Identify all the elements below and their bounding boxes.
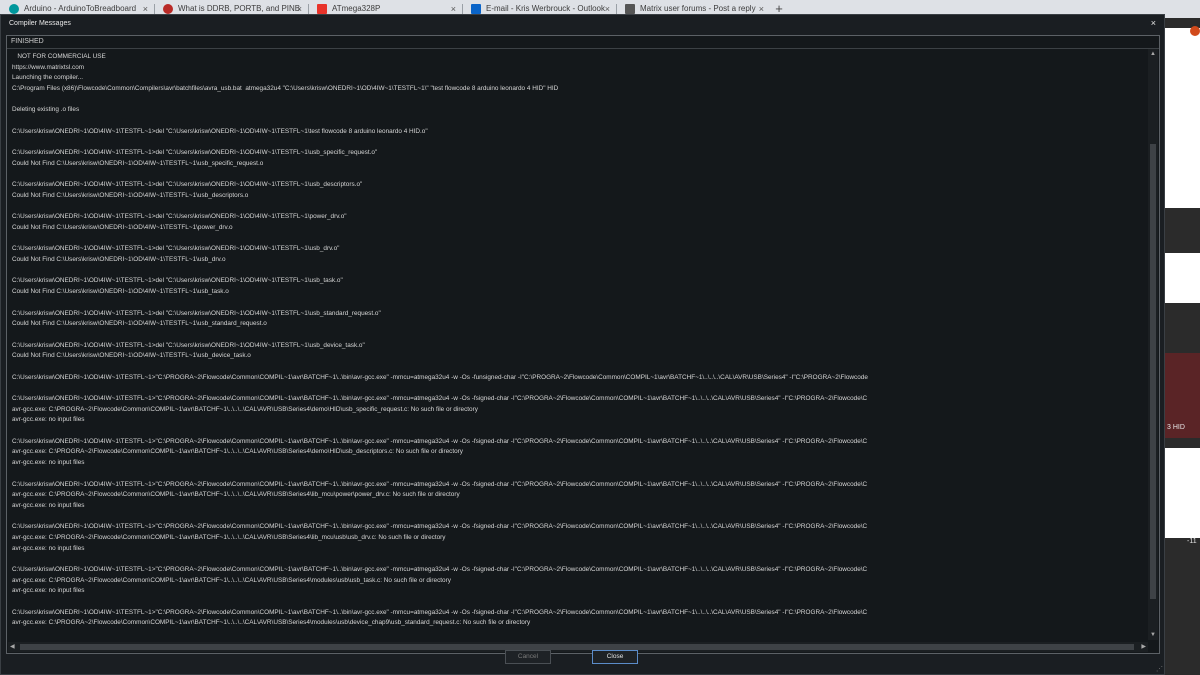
log-line: C:\Users\krisw\ONEDRI~1\OD\4IW~1\TESTFL~… <box>12 373 868 381</box>
log-line: avr-gcc.exe: C:\PROGRA~2\Flowcode\Common… <box>12 491 460 499</box>
log-line: C:\Users\krisw\ONEDRI~1\OD\4IW~1\TESTFL~… <box>12 608 868 616</box>
outlook-icon <box>471 4 481 14</box>
log-line: avr-gcc.exe: C:\PROGRA~2\Flowcode\Common… <box>12 576 451 584</box>
screen: Arduino - ArduinoToBreadboard × What is … <box>0 0 1200 675</box>
vertical-scrollbar[interactable]: ▲ ▼ <box>1148 49 1158 640</box>
log-line: Could Not Find C:\Users\krisw\ONEDRI~1\O… <box>12 288 229 296</box>
log-line: C:\Users\krisw\ONEDRI~1\OD\4IW~1\TESTFL~… <box>12 523 868 531</box>
browser-tab-label: Arduino - ArduinoToBreadboard <box>24 4 137 13</box>
log-line: Could Not Find C:\Users\krisw\ONEDRI~1\O… <box>12 224 233 231</box>
log-line: C:\Users\krisw\ONEDRI~1\OD\4IW~1\TESTFL~… <box>12 245 340 253</box>
log-line: C:\Users\krisw\ONEDRI~1\OD\4IW~1\TESTFL~… <box>12 309 381 317</box>
horizontal-scrollbar[interactable]: ◀ ▶ <box>8 642 1148 652</box>
log-line: Launching the compiler... <box>12 74 84 82</box>
log-line: Could Not Find C:\Users\krisw\ONEDRI~1\O… <box>12 256 226 264</box>
log-line: C:\Users\krisw\ONEDRI~1\OD\4IW~1\TESTFL~… <box>12 277 343 285</box>
dialog-title: Compiler Messages <box>9 20 71 27</box>
background-app-area <box>1165 448 1200 538</box>
log-line: avr-gcc.exe: no input files <box>12 416 85 424</box>
log-line: https://www.matrixtsl.com <box>12 63 85 71</box>
log-line: C:\Users\krisw\ONEDRI~1\OD\4IW~1\TESTFL~… <box>12 341 365 349</box>
log-line: C:\Users\krisw\ONEDRI~1\OD\4IW~1\TESTFL~… <box>12 213 347 221</box>
compiler-messages-dialog: Compiler Messages × FINISHED NOT FOR COM… <box>0 14 1165 675</box>
log-line: Could Not Find C:\Users\krisw\ONEDRI~1\O… <box>12 191 249 199</box>
divider <box>7 48 1159 49</box>
log-line: C:\Program Files (x86)\Flowcode\Common\C… <box>12 85 559 93</box>
browser-tab-label: E-mail - Kris Werbrouck - Outlook <box>486 4 605 13</box>
resize-grip-icon[interactable]: ⋰ <box>1156 665 1163 673</box>
scrollbar-thumb[interactable] <box>20 644 1134 650</box>
log-line: avr-gcc.exe: no input files <box>12 501 85 509</box>
log-line: C:\Users\krisw\ONEDRI~1\OD\4IW~1\TESTFL~… <box>12 127 428 135</box>
quora-icon <box>163 4 173 14</box>
log-line: C:\Users\krisw\ONEDRI~1\OD\4IW~1\TESTFL~… <box>12 149 378 157</box>
log-line: Could Not Find C:\Users\krisw\ONEDRI~1\O… <box>12 159 264 167</box>
background-app-text: 3 HID <box>1167 424 1185 431</box>
log-line: NOT FOR COMMERCIAL USE <box>12 53 106 60</box>
log-line: C:\Users\krisw\ONEDRI~1\OD\4IW~1\TESTFL~… <box>12 566 868 573</box>
scrollbar-thumb[interactable] <box>1150 144 1156 599</box>
log-line: avr-gcc.exe: C:\PROGRA~2\Flowcode\Common… <box>12 405 478 413</box>
arduino-icon <box>9 4 19 14</box>
log-line: C:\Users\krisw\ONEDRI~1\OD\4IW~1\TESTFL~… <box>12 395 868 402</box>
log-line: Deleting existing .o files <box>12 106 80 114</box>
background-app-panel: 3 HID -11 <box>1165 18 1200 675</box>
messages-panel: FINISHED NOT FOR COMMERCIAL USE https://w… <box>6 35 1160 654</box>
log-line: Could Not Find C:\Users\krisw\ONEDRI~1\O… <box>12 320 267 328</box>
status-label: FINISHED <box>11 38 44 45</box>
browser-tab-label: What is DDRB, PORTB, and PINB <box>178 4 301 13</box>
log-line: C:\Users\krisw\ONEDRI~1\OD\4IW~1\TESTFL~… <box>12 480 868 488</box>
log-line: avr-gcc.exe: no input files <box>12 544 85 552</box>
browser-tab-label: Matrix user forums - Post a reply <box>640 4 756 13</box>
background-app-text: -11 <box>1187 538 1197 545</box>
scroll-right-icon[interactable]: ▶ <box>1141 643 1146 650</box>
log-line: C:\Users\krisw\ONEDRI~1\OD\4IW~1\TESTFL~… <box>12 437 868 445</box>
log-line: avr-gcc.exe: C:\PROGRA~2\Flowcode\Common… <box>12 533 446 541</box>
log-line: Could Not Find C:\Users\krisw\ONEDRI~1\O… <box>12 352 251 360</box>
log-line: avr-gcc.exe: no input files <box>12 587 85 595</box>
scroll-up-icon[interactable]: ▲ <box>1150 51 1156 57</box>
close-icon[interactable]: × <box>1151 18 1156 28</box>
close-button[interactable]: Close <box>592 650 638 664</box>
log-line: avr-gcc.exe: no input files <box>12 459 85 467</box>
browser-tab-label: ATmega328P <box>332 4 381 13</box>
log-line: avr-gcc.exe: C:\PROGRA~2\Flowcode\Common… <box>12 619 531 627</box>
log-line: C:\Users\krisw\ONEDRI~1\OD\4IW~1\TESTFL~… <box>12 181 363 189</box>
avatar[interactable] <box>1190 26 1200 36</box>
scroll-down-icon[interactable]: ▼ <box>1150 632 1156 638</box>
background-app-area <box>1165 28 1200 208</box>
background-app-area <box>1165 253 1200 303</box>
scroll-left-icon[interactable]: ◀ <box>10 643 15 650</box>
forum-icon <box>625 4 635 14</box>
compiler-log[interactable]: NOT FOR COMMERCIAL USE https://www.matrix… <box>12 52 1147 641</box>
log-line: avr-gcc.exe: C:\PROGRA~2\Flowcode\Common… <box>12 448 463 456</box>
cancel-button[interactable]: Cancel <box>505 650 551 664</box>
microchip-icon <box>317 4 327 14</box>
